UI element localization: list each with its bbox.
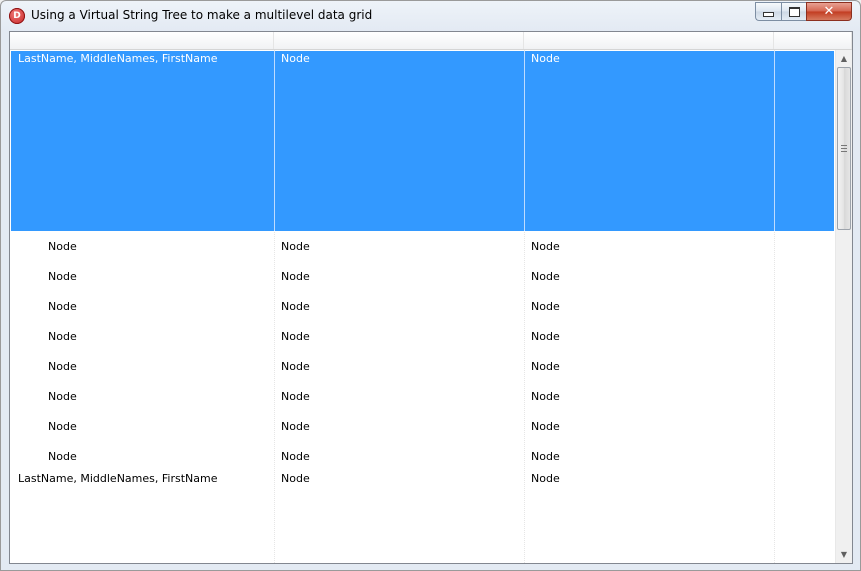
tree-cell[interactable]: Node bbox=[531, 52, 560, 65]
column-divider bbox=[774, 51, 775, 231]
tree-cell[interactable]: Node bbox=[281, 52, 310, 65]
maximize-icon bbox=[788, 6, 800, 17]
column-divider bbox=[274, 51, 275, 231]
tree-cell[interactable]: Node bbox=[281, 300, 310, 313]
column-divider bbox=[524, 51, 525, 231]
tree-cell[interactable]: Node bbox=[531, 300, 560, 313]
tree-cell[interactable]: Node bbox=[531, 270, 560, 283]
grip-icon bbox=[841, 145, 847, 152]
app-window: D Using a Virtual String Tree to make a … bbox=[0, 0, 861, 571]
tree-cell[interactable]: Node bbox=[281, 330, 310, 343]
tree-cell[interactable]: Node bbox=[531, 390, 560, 403]
scroll-up-button[interactable]: ▲ bbox=[836, 50, 852, 67]
title-bar[interactable]: D Using a Virtual String Tree to make a … bbox=[1, 1, 860, 31]
tree-node-name[interactable]: LastName, MiddleNames, FirstName bbox=[18, 52, 217, 65]
caption-buttons: ✕ bbox=[755, 2, 852, 22]
tree-cell[interactable]: Node bbox=[531, 420, 560, 433]
header-column-2[interactable] bbox=[274, 32, 524, 49]
tree-cell[interactable]: Node bbox=[531, 472, 560, 485]
scroll-down-button[interactable]: ▼ bbox=[836, 546, 852, 563]
window-title: Using a Virtual String Tree to make a mu… bbox=[31, 8, 373, 22]
tree-cell[interactable]: Node bbox=[531, 240, 560, 253]
scrollbar-thumb[interactable] bbox=[837, 67, 851, 230]
minimize-button[interactable] bbox=[755, 2, 781, 21]
close-icon: ✕ bbox=[823, 4, 835, 19]
tree-cell[interactable]: Node bbox=[281, 450, 310, 463]
delphi-app-icon[interactable]: D bbox=[9, 8, 25, 24]
tree-child-node[interactable]: Node bbox=[48, 330, 77, 343]
tree-cell[interactable]: Node bbox=[531, 330, 560, 343]
tree-body[interactable]: LastName, MiddleNames, FirstName Node Node… bbox=[10, 50, 835, 563]
tree-node-name[interactable]: LastName, MiddleNames, FirstName bbox=[18, 472, 217, 485]
tree-cell[interactable]: Node bbox=[281, 390, 310, 403]
tree-header bbox=[10, 32, 852, 50]
tree-cell[interactable]: Node bbox=[281, 420, 310, 433]
tree-cell[interactable]: Node bbox=[281, 472, 310, 485]
tree-child-node[interactable]: Node bbox=[48, 240, 77, 253]
maximize-button[interactable] bbox=[781, 2, 806, 21]
tree-cell[interactable]: Node bbox=[281, 360, 310, 373]
tree-cell[interactable]: Node bbox=[531, 450, 560, 463]
tree-cell[interactable]: Node bbox=[281, 270, 310, 283]
tree-child-node[interactable]: Node bbox=[48, 390, 77, 403]
tree-child-node[interactable]: Node bbox=[48, 420, 77, 433]
header-column-4[interactable] bbox=[774, 32, 852, 49]
header-column-1[interactable] bbox=[10, 32, 274, 49]
tree-cell[interactable]: Node bbox=[281, 240, 310, 253]
vertical-scrollbar[interactable]: ▲ ▼ bbox=[835, 50, 852, 563]
minimize-icon bbox=[763, 11, 774, 17]
tree-child-node[interactable]: Node bbox=[48, 270, 77, 283]
tree-child-node[interactable]: Node bbox=[48, 360, 77, 373]
tree-child-node[interactable]: Node bbox=[48, 450, 77, 463]
tree-child-node[interactable]: Node bbox=[48, 300, 77, 313]
virtual-string-tree[interactable]: LastName, MiddleNames, FirstName Node Node… bbox=[9, 31, 853, 564]
close-button[interactable]: ✕ bbox=[806, 2, 852, 21]
header-column-3[interactable] bbox=[524, 32, 774, 49]
tree-cell[interactable]: Node bbox=[531, 360, 560, 373]
selected-row[interactable] bbox=[11, 51, 834, 231]
